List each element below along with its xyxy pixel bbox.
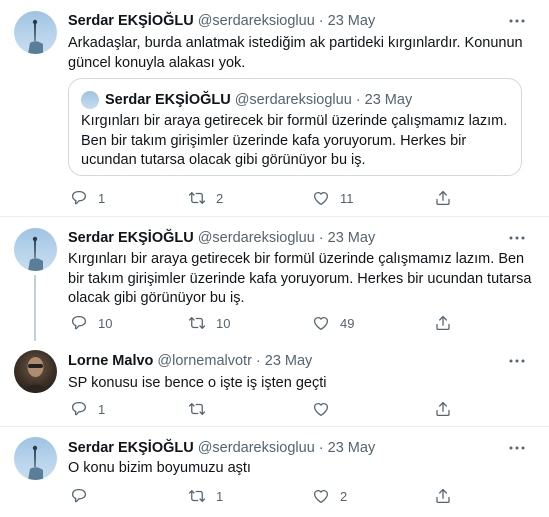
- retweet-button[interactable]: 2: [188, 188, 223, 208]
- heart-icon: [312, 400, 330, 418]
- separator-dot: ·: [318, 13, 324, 29]
- more-icon[interactable]: [505, 440, 529, 456]
- author-name[interactable]: Serdar EKŞİOĞLU: [68, 440, 194, 456]
- tweet-header: Serdar EKŞİOĞLU @serdareksiogluu · 23 Ma…: [68, 11, 509, 31]
- tweet-text: Kırgınları bir araya getirecek bir formü…: [68, 251, 532, 306]
- separator-dot: ·: [255, 353, 261, 369]
- tweet-text: SP konusu ise bence o işte iş işten geçt…: [68, 375, 327, 391]
- avatar[interactable]: [14, 350, 57, 393]
- tweet-header: Lorne Malvo @lornemalvotr · 23 May: [68, 351, 509, 371]
- reply-icon: [70, 400, 88, 418]
- share-button[interactable]: [434, 399, 452, 419]
- reply-count: 1: [98, 401, 106, 417]
- quoted-tweet[interactable]: Serdar EKŞİOĞLU @serdareksiogluu · 23 Ma…: [68, 78, 522, 176]
- like-count: 2: [340, 488, 348, 504]
- retweet-count: 1: [216, 488, 224, 504]
- heart-icon: [312, 487, 330, 505]
- reply-icon: [70, 314, 88, 332]
- tweet-date[interactable]: 23 May: [328, 230, 376, 246]
- more-icon[interactable]: [505, 353, 529, 369]
- tweet-actions: 1 2: [0, 486, 549, 506]
- share-icon: [434, 189, 452, 207]
- tweet-actions: 1: [0, 399, 549, 419]
- more-icon[interactable]: [505, 230, 529, 246]
- author-name[interactable]: Lorne Malvo: [68, 353, 153, 369]
- share-icon: [434, 314, 452, 332]
- tweet-2[interactable]: Serdar EKŞİOĞLU @serdareksiogluu · 23 Ma…: [0, 217, 549, 341]
- author-handle[interactable]: @serdareksiogluu: [198, 13, 315, 29]
- like-count: 11: [340, 190, 354, 206]
- reply-count: 10: [98, 315, 113, 331]
- tweet-actions: 1 2 11: [0, 188, 549, 208]
- avatar[interactable]: [14, 437, 57, 480]
- tweet-header: Serdar EKŞİOĞLU @serdareksiogluu · 23 Ma…: [68, 438, 509, 458]
- reply-button[interactable]: 10: [70, 313, 112, 333]
- share-icon: [434, 400, 452, 418]
- quoted-author-handle: @serdareksiogluu: [234, 92, 352, 108]
- like-button[interactable]: 2: [312, 486, 347, 506]
- heart-icon: [312, 314, 330, 332]
- quoted-text: Kırgınları bir araya getirecek bir formü…: [81, 113, 508, 168]
- share-button[interactable]: [434, 313, 452, 333]
- author-name[interactable]: Serdar EKŞİOĞLU: [68, 13, 194, 29]
- retweet-button[interactable]: 10: [188, 313, 230, 333]
- retweet-icon: [188, 400, 206, 418]
- separator-dot: ·: [318, 440, 324, 456]
- like-count: 49: [340, 315, 355, 331]
- retweet-count: 2: [216, 190, 224, 206]
- tweet-text: O konu bizim boyumuzu aştı: [68, 460, 251, 476]
- retweet-icon: [188, 314, 206, 332]
- quoted-date: 23 May: [364, 92, 413, 108]
- tweet-text: Arkadaşlar, burda anlatmak istediğim ak …: [68, 35, 523, 71]
- share-button[interactable]: [434, 188, 452, 208]
- tweet-4[interactable]: Serdar EKŞİOĞLU @serdareksiogluu · 23 Ma…: [0, 427, 549, 517]
- separator-dot: ·: [318, 230, 324, 246]
- retweet-button[interactable]: 1: [188, 486, 223, 506]
- tweet-actions: 10 10 49: [0, 313, 549, 333]
- tweet-3[interactable]: Lorne Malvo @lornemalvotr · 23 May SP ko…: [0, 342, 549, 426]
- tweet-date[interactable]: 23 May: [328, 440, 376, 456]
- quoted-author-name: Serdar EKŞİOĞLU: [105, 92, 231, 108]
- share-button[interactable]: [434, 486, 452, 506]
- retweet-icon: [188, 487, 206, 505]
- quoted-header: Serdar EKŞİOĞLU @serdareksiogluu · 23 Ma…: [105, 91, 412, 109]
- avatar[interactable]: [14, 228, 57, 271]
- reply-button[interactable]: 1: [70, 399, 105, 419]
- tweet-date[interactable]: 23 May: [328, 13, 376, 29]
- author-name[interactable]: Serdar EKŞİOĞLU: [68, 230, 194, 246]
- retweet-button[interactable]: [188, 399, 216, 419]
- reply-icon: [70, 487, 88, 505]
- tweet-1[interactable]: Serdar EKŞİOĞLU @serdareksiogluu · 23 Ma…: [0, 0, 549, 216]
- reply-icon: [70, 189, 88, 207]
- tweet-date[interactable]: 23 May: [265, 353, 313, 369]
- author-handle[interactable]: @serdareksiogluu: [198, 440, 315, 456]
- more-icon[interactable]: [505, 13, 529, 29]
- quoted-avatar: [81, 91, 99, 109]
- like-button[interactable]: 11: [312, 188, 354, 208]
- author-handle[interactable]: @serdareksiogluu: [198, 230, 315, 246]
- tweet-header: Serdar EKŞİOĞLU @serdareksiogluu · 23 Ma…: [68, 228, 509, 248]
- author-handle[interactable]: @lornemalvotr: [157, 353, 252, 369]
- retweet-count: 10: [216, 315, 231, 331]
- like-button[interactable]: [312, 399, 340, 419]
- like-button[interactable]: 49: [312, 313, 354, 333]
- reply-count: 1: [98, 190, 106, 206]
- heart-icon: [312, 189, 330, 207]
- retweet-icon: [188, 189, 206, 207]
- avatar[interactable]: [14, 11, 57, 54]
- reply-button[interactable]: 1: [70, 188, 105, 208]
- reply-button[interactable]: [70, 486, 98, 506]
- separator-dot: ·: [355, 92, 361, 108]
- share-icon: [434, 487, 452, 505]
